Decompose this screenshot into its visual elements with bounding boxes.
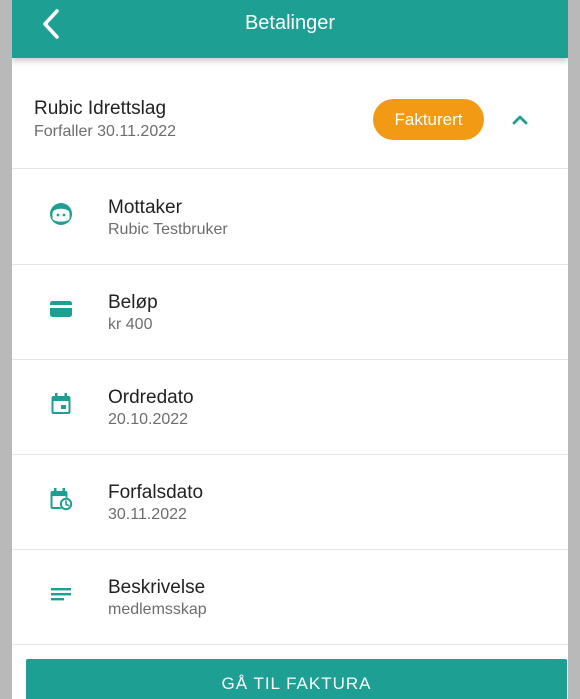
detail-row-order-date: Ordredato 20.10.2022 xyxy=(12,359,568,455)
detail-row-amount: Beløp kr 400 xyxy=(12,264,568,360)
credit-card-icon xyxy=(48,296,74,322)
collapse-button[interactable] xyxy=(506,105,534,133)
due-date-value: 30.11.2022 xyxy=(108,506,187,523)
amount-label: Beløp xyxy=(108,292,158,313)
recipient-label: Mottaker xyxy=(108,197,182,218)
top-app-bar: Betalinger xyxy=(12,0,568,58)
description-label: Beskrivelse xyxy=(108,577,206,598)
payment-screen: Betalinger Rubic Idrettslag Forfaller 30… xyxy=(12,0,568,699)
description-value: medlemsskap xyxy=(108,601,207,618)
recipient-value: Rubic Testbruker xyxy=(108,221,228,238)
order-date-value: 20.10.2022 xyxy=(108,411,189,428)
chevron-up-icon xyxy=(512,115,528,125)
face-icon xyxy=(48,201,74,227)
detail-row-due-date: Forfalsdato 30.11.2022 xyxy=(12,454,568,550)
calendar-clock-icon xyxy=(48,486,74,512)
go-to-invoice-button[interactable]: GÅ TIL FAKTURA xyxy=(26,659,567,699)
due-date-line: Forfaller 30.11.2022 xyxy=(34,123,177,140)
detail-row-recipient: Mottaker Rubic Testbruker xyxy=(12,169,568,265)
detail-row-description: Beskrivelse medlemsskap xyxy=(12,549,568,645)
text-lines-icon xyxy=(48,581,74,607)
order-date-label: Ordredato xyxy=(108,387,194,408)
status-badge: Fakturert xyxy=(373,99,484,140)
due-date-label: Forfalsdato xyxy=(108,482,204,503)
amount-value: kr 400 xyxy=(108,316,153,333)
page-title: Betalinger xyxy=(244,12,336,34)
calendar-icon xyxy=(48,391,74,417)
club-name: Rubic Idrettslag xyxy=(34,98,167,119)
payment-header: Rubic Idrettslag Forfaller 30.11.2022 Fa… xyxy=(12,70,568,169)
